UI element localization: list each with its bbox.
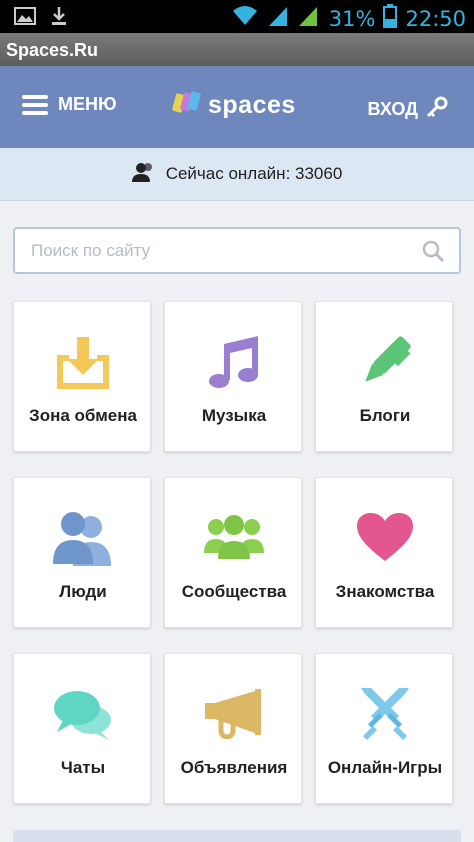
status-bar: 31% 22:50 xyxy=(0,0,474,33)
tile-online-games[interactable]: Онлайн-Игры xyxy=(315,653,453,804)
logo-icon xyxy=(172,90,202,121)
tile-communities[interactable]: Сообщества xyxy=(164,477,302,628)
swords-icon xyxy=(316,684,454,744)
tile-label: Чаты xyxy=(60,758,106,777)
signal-icon xyxy=(267,5,289,32)
tile-label: Зона обмена xyxy=(29,406,137,425)
download-tray-icon xyxy=(14,332,152,392)
tile-exchange[interactable]: Зона обмена xyxy=(13,301,151,452)
battery-percent: 31% xyxy=(328,6,376,31)
logo[interactable]: spaces xyxy=(172,90,296,121)
pen-icon xyxy=(316,332,454,392)
search-icon[interactable] xyxy=(421,239,445,268)
clock: 22:50 xyxy=(405,6,466,31)
signal-icon xyxy=(297,5,319,32)
tile-dating[interactable]: Знакомства xyxy=(315,477,453,628)
tile-label: Блоги xyxy=(359,406,411,425)
menu-label: МЕНЮ xyxy=(58,94,117,114)
window-title: Spaces.Ru xyxy=(0,33,474,66)
community-icon xyxy=(165,508,303,568)
users-icon xyxy=(131,162,156,187)
tile-people[interactable]: Люди xyxy=(13,477,151,628)
logo-text: spaces xyxy=(208,91,296,119)
login-label: ВХОД xyxy=(367,99,418,119)
battery-icon xyxy=(383,4,398,33)
login-button[interactable]: ВХОД xyxy=(368,96,448,123)
tile-label: Знакомства xyxy=(335,582,435,601)
heart-icon xyxy=(316,508,454,568)
tile-label: Музыка xyxy=(201,406,267,425)
online-text: Сейчас онлайн: 33060 xyxy=(165,164,343,183)
tile-ads[interactable]: Объявления xyxy=(164,653,302,804)
tile-music[interactable]: Музыка xyxy=(164,301,302,452)
online-counter[interactable]: Сейчас онлайн: 33060 xyxy=(0,148,474,201)
download-icon xyxy=(50,6,68,31)
hamburger-icon xyxy=(22,94,48,115)
tile-blogs[interactable]: Блоги xyxy=(315,301,453,452)
chat-icon xyxy=(14,684,152,744)
tile-chats[interactable]: Чаты xyxy=(13,653,151,804)
music-note-icon xyxy=(165,332,303,392)
wifi-icon xyxy=(231,5,259,32)
search-input[interactable] xyxy=(15,229,395,272)
image-icon xyxy=(14,7,36,30)
megaphone-icon xyxy=(165,684,303,744)
key-icon xyxy=(426,96,448,123)
tile-label: Онлайн-Игры xyxy=(327,758,443,777)
search-box xyxy=(13,227,461,274)
app-header: МЕНЮ spaces ВХОД xyxy=(0,66,474,148)
menu-button[interactable]: МЕНЮ xyxy=(22,94,117,115)
bottom-panel xyxy=(13,830,461,842)
tile-label: Сообщества xyxy=(181,582,287,601)
people-icon xyxy=(14,508,152,568)
tile-label: Люди xyxy=(59,582,107,601)
tile-label: Объявления xyxy=(180,758,288,777)
